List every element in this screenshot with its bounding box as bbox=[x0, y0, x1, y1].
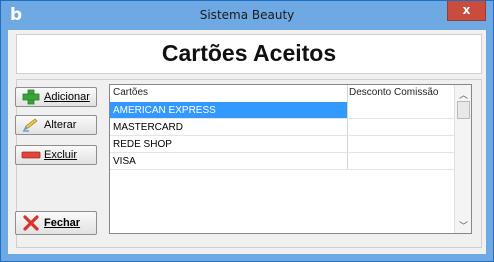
scrollbar-thumb[interactable] bbox=[457, 101, 470, 119]
column-divider bbox=[347, 85, 348, 102]
pencil-icon bbox=[21, 117, 41, 133]
scroll-up-icon[interactable]: ︿ bbox=[455, 88, 471, 101]
scroll-down-icon[interactable]: ﹀ bbox=[455, 219, 471, 232]
table-row[interactable]: VISA bbox=[110, 153, 455, 170]
cell-card-name: AMERICAN EXPRESS bbox=[113, 105, 216, 116]
page-title: Cartões Aceitos bbox=[161, 40, 337, 66]
table-row[interactable]: MASTERCARD bbox=[110, 119, 455, 136]
x-icon bbox=[21, 215, 41, 231]
add-button[interactable]: Adicionar bbox=[15, 87, 97, 107]
cell-discount[interactable] bbox=[347, 102, 455, 118]
delete-button[interactable]: Excluir bbox=[15, 145, 97, 165]
cards-grid[interactable]: Cartões Desconto Comissão AMERICAN EXPRE… bbox=[109, 84, 472, 234]
page-header: Cartões Aceitos bbox=[16, 34, 482, 74]
column-header-desconto[interactable]: Desconto Comissão bbox=[349, 87, 438, 98]
close-button-label: Fechar bbox=[44, 217, 81, 229]
app-window: b Sistema Beauty x Cartões Aceitos Adici… bbox=[0, 0, 494, 262]
cell-discount[interactable] bbox=[347, 153, 455, 169]
table-row[interactable]: AMERICAN EXPRESS bbox=[110, 102, 455, 119]
edit-button[interactable]: Alterar bbox=[15, 115, 97, 135]
table-row[interactable]: REDE SHOP bbox=[110, 136, 455, 153]
grid-header: Cartões Desconto Comissão bbox=[110, 85, 454, 103]
add-button-label: Adicionar bbox=[44, 91, 90, 103]
window-close-button[interactable]: x bbox=[447, 1, 486, 21]
title-bar[interactable]: b Sistema Beauty x bbox=[1, 1, 493, 30]
delete-button-label: Excluir bbox=[44, 149, 78, 161]
cell-card-name: MASTERCARD bbox=[113, 122, 184, 133]
cell-discount[interactable] bbox=[347, 119, 455, 135]
column-header-cartoes[interactable]: Cartões bbox=[113, 87, 148, 98]
minus-icon bbox=[21, 147, 41, 163]
edit-button-label: Alterar bbox=[44, 119, 77, 131]
cell-card-name: REDE SHOP bbox=[113, 139, 172, 150]
window-title: Sistema Beauty bbox=[199, 8, 295, 22]
close-button[interactable]: Fechar bbox=[15, 211, 97, 235]
cell-discount[interactable] bbox=[347, 136, 455, 152]
vertical-scrollbar[interactable]: ︿ ﹀ bbox=[454, 85, 471, 233]
plus-icon bbox=[21, 89, 41, 105]
cell-card-name: VISA bbox=[113, 156, 136, 167]
